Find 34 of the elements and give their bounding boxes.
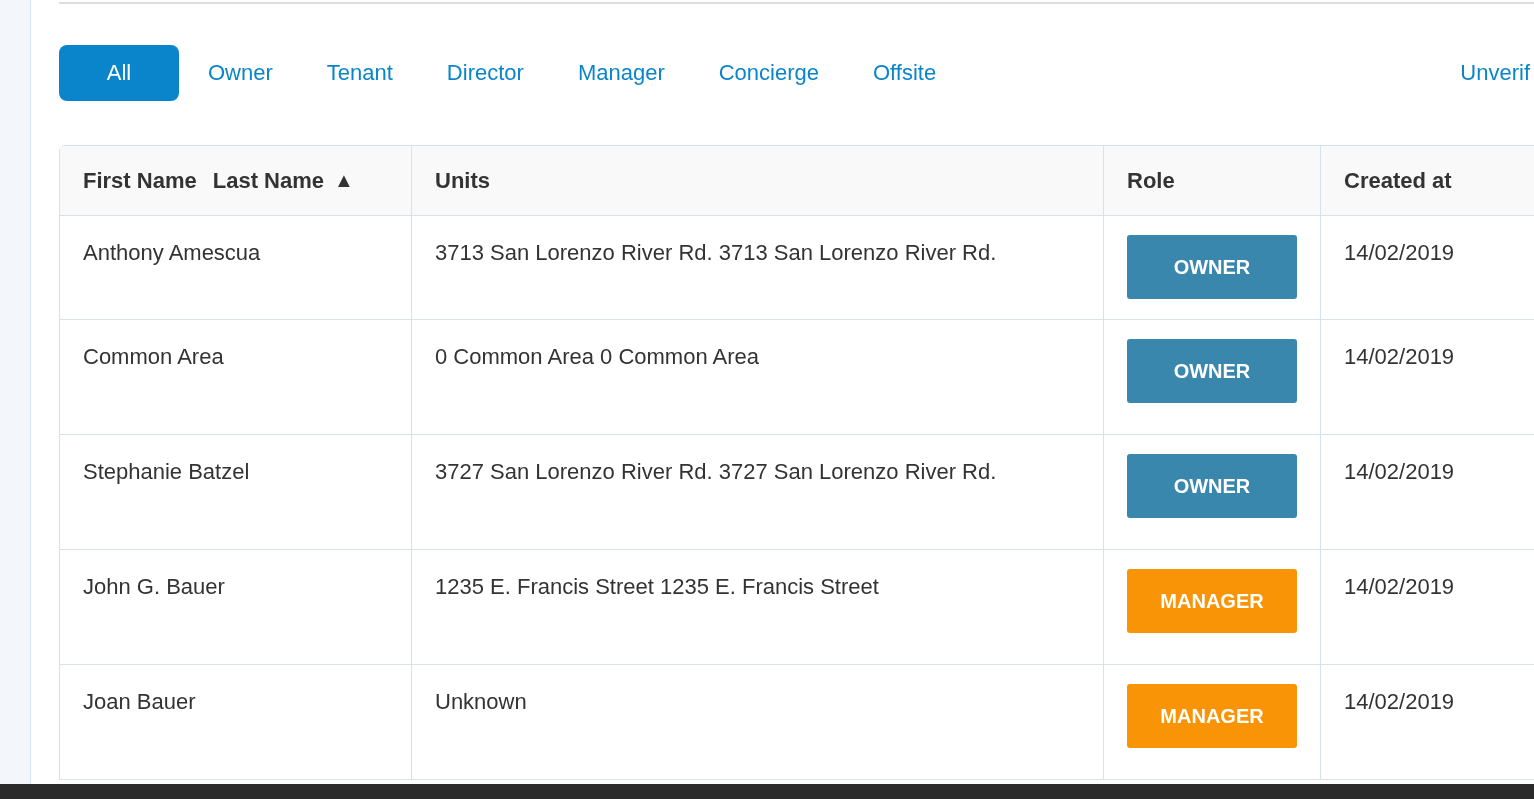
role-badge: OWNER xyxy=(1127,454,1297,518)
table-cell-text: Stephanie Batzel xyxy=(82,458,251,486)
filter-tab[interactable]: Manager xyxy=(552,45,690,101)
table-cell: 14/02/2019 xyxy=(1320,435,1534,549)
table-cell: 14/02/2019 xyxy=(1320,665,1534,779)
table-cell-text: Anthony Amescua xyxy=(82,239,262,267)
table-cell-text: John G. Bauer xyxy=(82,573,226,601)
role-badge: MANAGER xyxy=(1127,684,1297,748)
filter-tab[interactable]: Tenant xyxy=(301,45,418,101)
column-header[interactable]: Created at xyxy=(1344,167,1452,194)
sort-arrow-icon[interactable]: ▲ xyxy=(334,169,354,192)
role-badge: OWNER xyxy=(1127,235,1297,299)
filter-tab[interactable]: Director xyxy=(421,45,549,101)
filter-tab[interactable]: All xyxy=(59,45,179,101)
table-cell-text: Joan Bauer xyxy=(82,688,197,716)
filter-tab[interactable]: Offsite xyxy=(848,45,962,101)
table-cell: 1235 E. Francis Street 1235 E. Francis Street xyxy=(411,550,1103,664)
table-cell-text: Common Area xyxy=(82,343,225,371)
table-cell: 3727 San Lorenzo River Rd. 3727 San Lorenzo River Rd. xyxy=(411,435,1103,549)
column-header[interactable]: Units xyxy=(435,167,490,194)
role-badge: MANAGER xyxy=(1127,569,1297,633)
table-cell: 3713 San Lorenzo River Rd. 3713 San Lorenzo River Rd. xyxy=(411,216,1103,319)
filter-tab[interactable]: Concierge xyxy=(693,45,844,101)
filter-tab[interactable]: Owner xyxy=(183,45,298,101)
table-cell: Unknown xyxy=(411,665,1103,779)
filter-tab[interactable]: Unverif xyxy=(1435,45,1530,101)
column-header[interactable]: Last Name xyxy=(212,167,324,194)
column-header[interactable]: First Name xyxy=(83,167,197,194)
table-cell: 14/02/2019 xyxy=(1320,550,1534,664)
column-header[interactable]: Role xyxy=(1127,167,1175,194)
table-cell: 14/02/2019 xyxy=(1320,216,1534,319)
table-cell: 0 Common Area 0 Common Area xyxy=(411,320,1103,434)
role-badge: OWNER xyxy=(1127,339,1297,403)
table-cell: 14/02/2019 xyxy=(1320,320,1534,434)
